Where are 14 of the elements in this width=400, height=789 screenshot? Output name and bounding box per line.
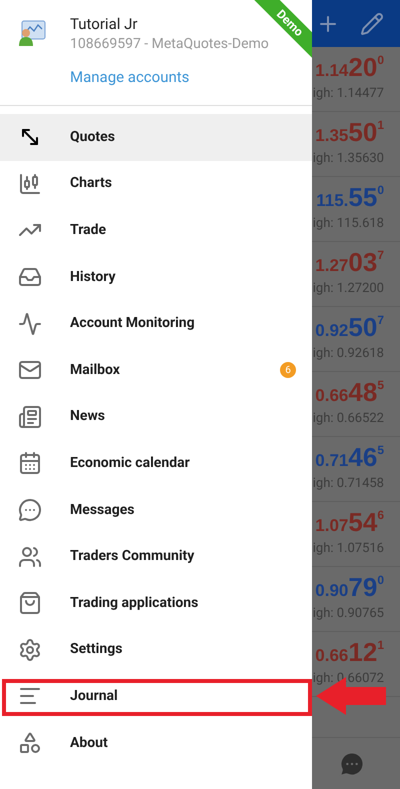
shopping-bag-icon	[18, 591, 42, 616]
newspaper-icon	[18, 404, 42, 429]
unread-count-badge: 6	[280, 362, 296, 378]
account-name: Tutorial Jr	[70, 14, 138, 34]
menu-item[interactable]: Quotes	[0, 114, 312, 161]
chat-bubble-icon	[18, 498, 42, 522]
account-server: 108669597 - MetaQuotes-Demo	[70, 35, 269, 54]
candlestick-icon	[18, 172, 42, 196]
people-icon	[18, 544, 42, 569]
settings-icon	[18, 638, 42, 662]
calendar-icon	[18, 451, 42, 476]
account-avatar-icon	[18, 20, 46, 46]
pulse-line-icon	[18, 312, 42, 336]
edit-icon[interactable]	[360, 12, 384, 36]
